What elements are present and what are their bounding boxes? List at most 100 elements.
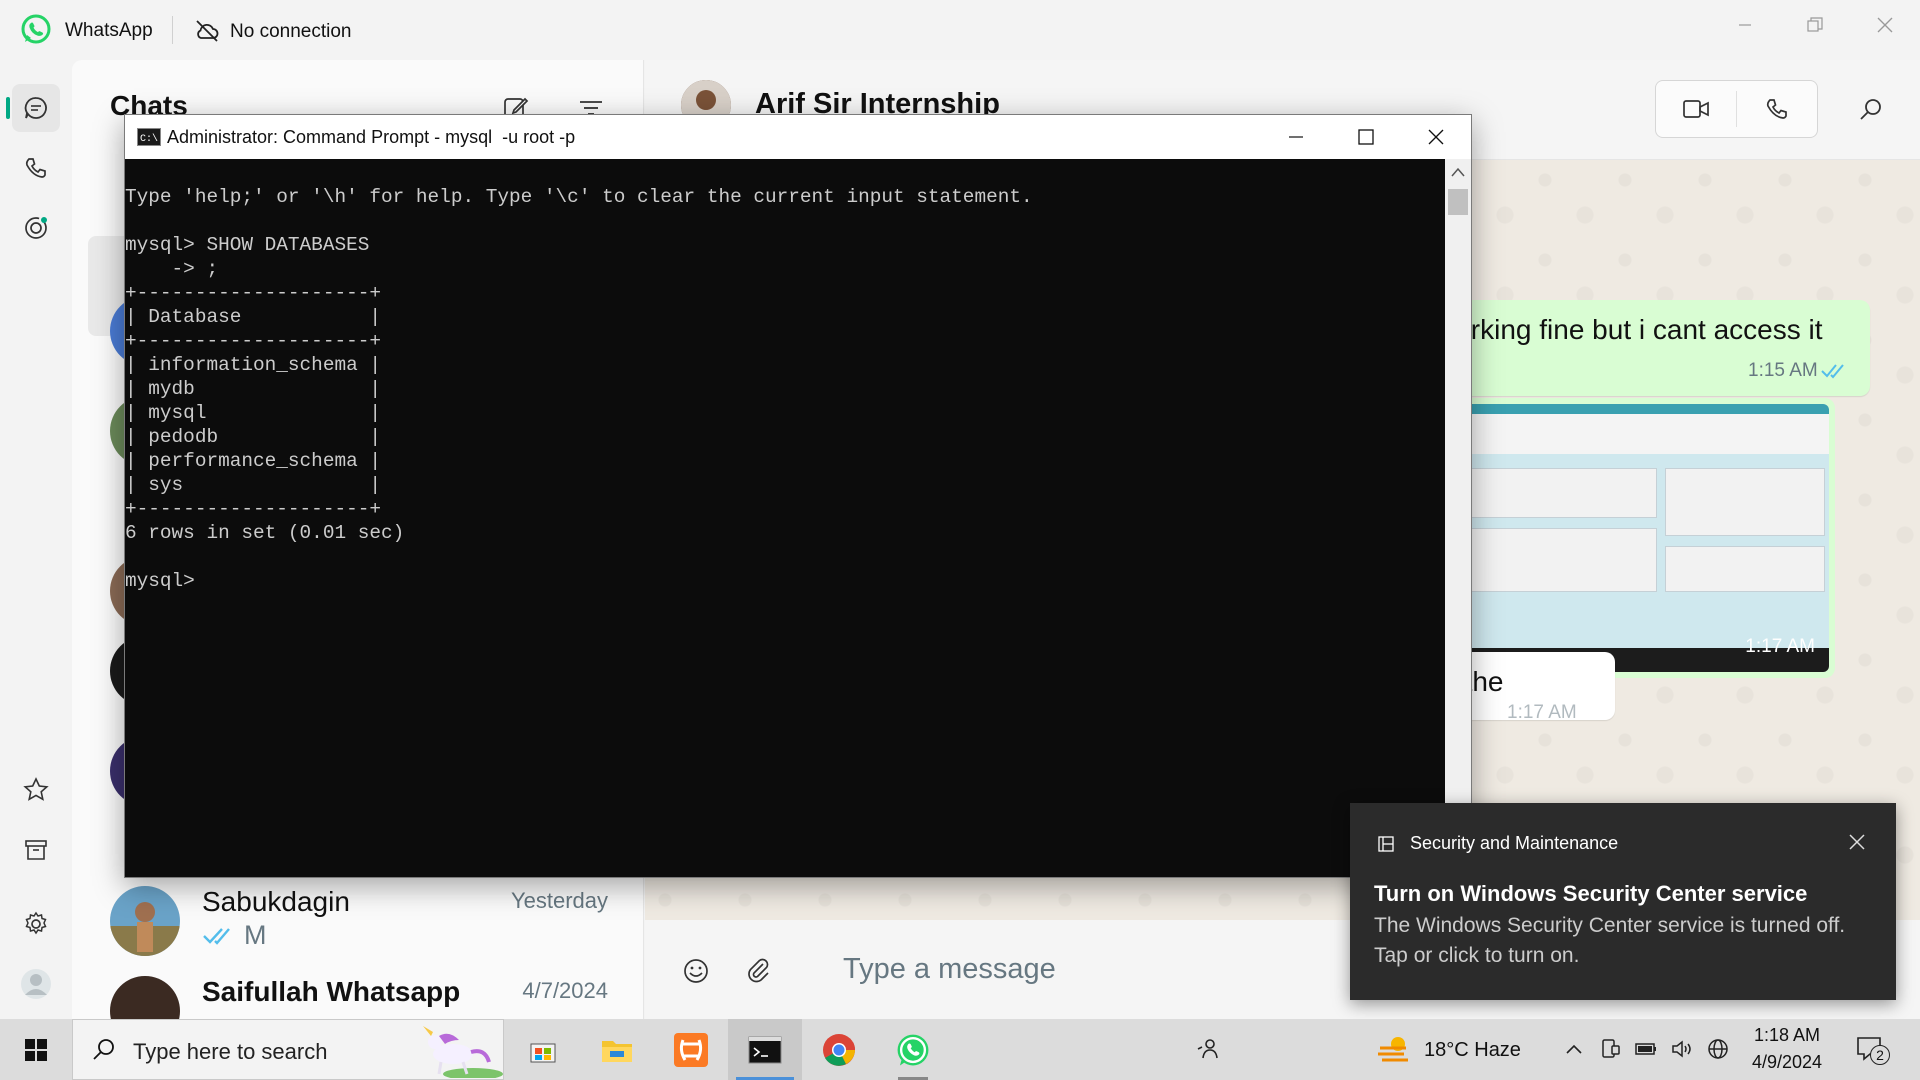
svg-text:C:\: C:\ — [140, 133, 158, 145]
weather-haze-icon[interactable] — [1376, 1034, 1412, 1064]
start-button[interactable] — [0, 1019, 72, 1080]
clock-time[interactable]: 1:18 AM — [1754, 1025, 1820, 1046]
video-call-button[interactable] — [1656, 81, 1736, 137]
taskbar-app-command-prompt[interactable] — [728, 1019, 802, 1080]
attach-icon[interactable] — [743, 956, 773, 986]
message-bubble[interactable]: working fine but i cant access it 1:15 A… — [1425, 300, 1870, 396]
window-title: Administrator: Command Prompt - mysql -u… — [167, 127, 576, 147]
chat-name: Sabukdagin — [202, 886, 350, 917]
minimize-button[interactable] — [1722, 8, 1768, 42]
tablet-mode-icon[interactable] — [1598, 1037, 1622, 1061]
volume-icon[interactable] — [1670, 1037, 1694, 1061]
star-icon — [23, 777, 49, 801]
starred-nav-button[interactable] — [12, 766, 60, 814]
search-icon[interactable] — [1857, 96, 1885, 124]
close-button[interactable] — [1862, 8, 1908, 42]
chevron-up-icon[interactable] — [1562, 1037, 1586, 1061]
command-prompt-window: C:\ Administrator: Command Prompt - mysq… — [124, 114, 1472, 878]
terminal-prompt: mysql> — [125, 570, 195, 592]
avatar-icon — [21, 969, 51, 999]
clock-date[interactable]: 4/9/2024 — [1752, 1052, 1822, 1073]
avatar — [110, 976, 180, 1019]
terminal-output[interactable]: Type 'help;' or '\h' for help. Type '\c'… — [125, 159, 1445, 877]
flag-icon — [1378, 836, 1394, 852]
windows-logo-icon — [25, 1038, 47, 1061]
search-placeholder: Type here to search — [133, 1039, 328, 1064]
notification-toast[interactable]: Security and Maintenance Turn on Windows… — [1350, 803, 1896, 1000]
close-icon — [1877, 17, 1893, 33]
chat-bubble-icon — [24, 97, 47, 119]
message-time: 1:17 AM — [1507, 702, 1577, 723]
minimize-button[interactable] — [1261, 115, 1331, 159]
search-icon — [93, 1039, 114, 1060]
terminal-line: 6 rows in set (0.01 sec) — [125, 522, 405, 544]
navigation-rail — [0, 60, 72, 1019]
message-time: 1:17 AM — [1745, 636, 1815, 657]
connection-status: No connection — [230, 21, 352, 42]
whatsapp-titlebar: WhatsApp No connection — [0, 0, 1920, 60]
minimize-icon — [1289, 136, 1303, 138]
phone-icon — [1766, 99, 1787, 119]
whatsapp-icon — [897, 1034, 929, 1065]
terminal-line: | mydb | — [125, 378, 381, 400]
status-nav-button[interactable] — [12, 204, 60, 252]
gear-icon — [25, 911, 47, 935]
unicorn-icon — [423, 1026, 503, 1078]
chat-time: Yesterday — [510, 888, 608, 913]
double-check-icon — [203, 927, 230, 945]
xampp-icon — [674, 1032, 708, 1067]
terminal-icon: C:\ — [137, 128, 161, 146]
restore-icon — [1807, 17, 1823, 32]
terminal-icon — [748, 1036, 782, 1063]
scrollbar-thumb[interactable] — [1448, 189, 1468, 215]
taskbar-app-xampp[interactable] — [654, 1019, 728, 1080]
battery-icon[interactable] — [1634, 1037, 1658, 1061]
close-button[interactable] — [1401, 115, 1471, 159]
emoji-icon[interactable] — [681, 956, 711, 986]
phone-icon — [25, 158, 46, 178]
chats-nav-button[interactable] — [12, 84, 60, 132]
active-indicator — [6, 97, 10, 119]
taskbar-search[interactable]: Type here to search — [72, 1019, 504, 1080]
profile-nav-button[interactable] — [12, 960, 60, 1008]
weather-text[interactable]: 18°C Haze — [1424, 1039, 1521, 1062]
terminal-line: +--------------------+ — [125, 498, 381, 520]
video-camera-icon — [1683, 100, 1709, 118]
settings-nav-button[interactable] — [12, 900, 60, 948]
people-icon[interactable] — [1196, 1037, 1220, 1061]
close-icon[interactable] — [1846, 831, 1868, 853]
folder-icon — [602, 1040, 632, 1062]
calls-nav-button[interactable] — [12, 144, 60, 192]
terminal-line: | mysql | — [125, 402, 381, 424]
toast-app-name: Security and Maintenance — [1410, 833, 1619, 853]
chat-row[interactable]: Sabukdagin Yesterday M — [72, 874, 644, 964]
voice-call-button[interactable] — [1737, 81, 1817, 137]
image-thumbnail: 1:17 AM — [1431, 404, 1829, 672]
message-input[interactable]: Type a message — [843, 953, 1056, 986]
terminal-line: | performance_schema | — [125, 450, 381, 472]
terminal-line: +--------------------+ — [125, 282, 381, 304]
scrollbar[interactable] — [1445, 159, 1471, 877]
taskbar-app-whatsapp[interactable] — [876, 1019, 950, 1080]
action-center-button[interactable]: 2 — [1854, 1033, 1890, 1067]
terminal-line: | pedodb | — [125, 426, 381, 448]
cmd-titlebar[interactable]: C:\ Administrator: Command Prompt - mysq… — [125, 115, 1471, 159]
taskbar: Type here to search 18°C Haze 1:18 AM 4/… — [0, 1019, 1920, 1080]
image-message[interactable]: 1:17 AM — [1425, 398, 1835, 678]
archive-icon — [25, 840, 47, 860]
taskbar-app-chrome[interactable] — [802, 1019, 876, 1080]
close-icon — [1428, 129, 1444, 145]
taskbar-app-microsoft-store[interactable] — [506, 1019, 580, 1080]
taskbar-app-file-explorer[interactable] — [580, 1019, 654, 1080]
chevron-up-icon[interactable] — [1451, 167, 1465, 177]
archived-nav-button[interactable] — [12, 826, 60, 874]
restore-button[interactable] — [1792, 8, 1838, 42]
avatar — [110, 886, 180, 956]
cloud-off-icon — [196, 20, 219, 42]
globe-network-icon[interactable] — [1706, 1037, 1730, 1061]
chat-row[interactable]: Saifullah Whatsapp 4/7/2024 — [72, 964, 644, 1019]
chat-preview: M — [202, 920, 267, 951]
maximize-button[interactable] — [1331, 115, 1401, 159]
